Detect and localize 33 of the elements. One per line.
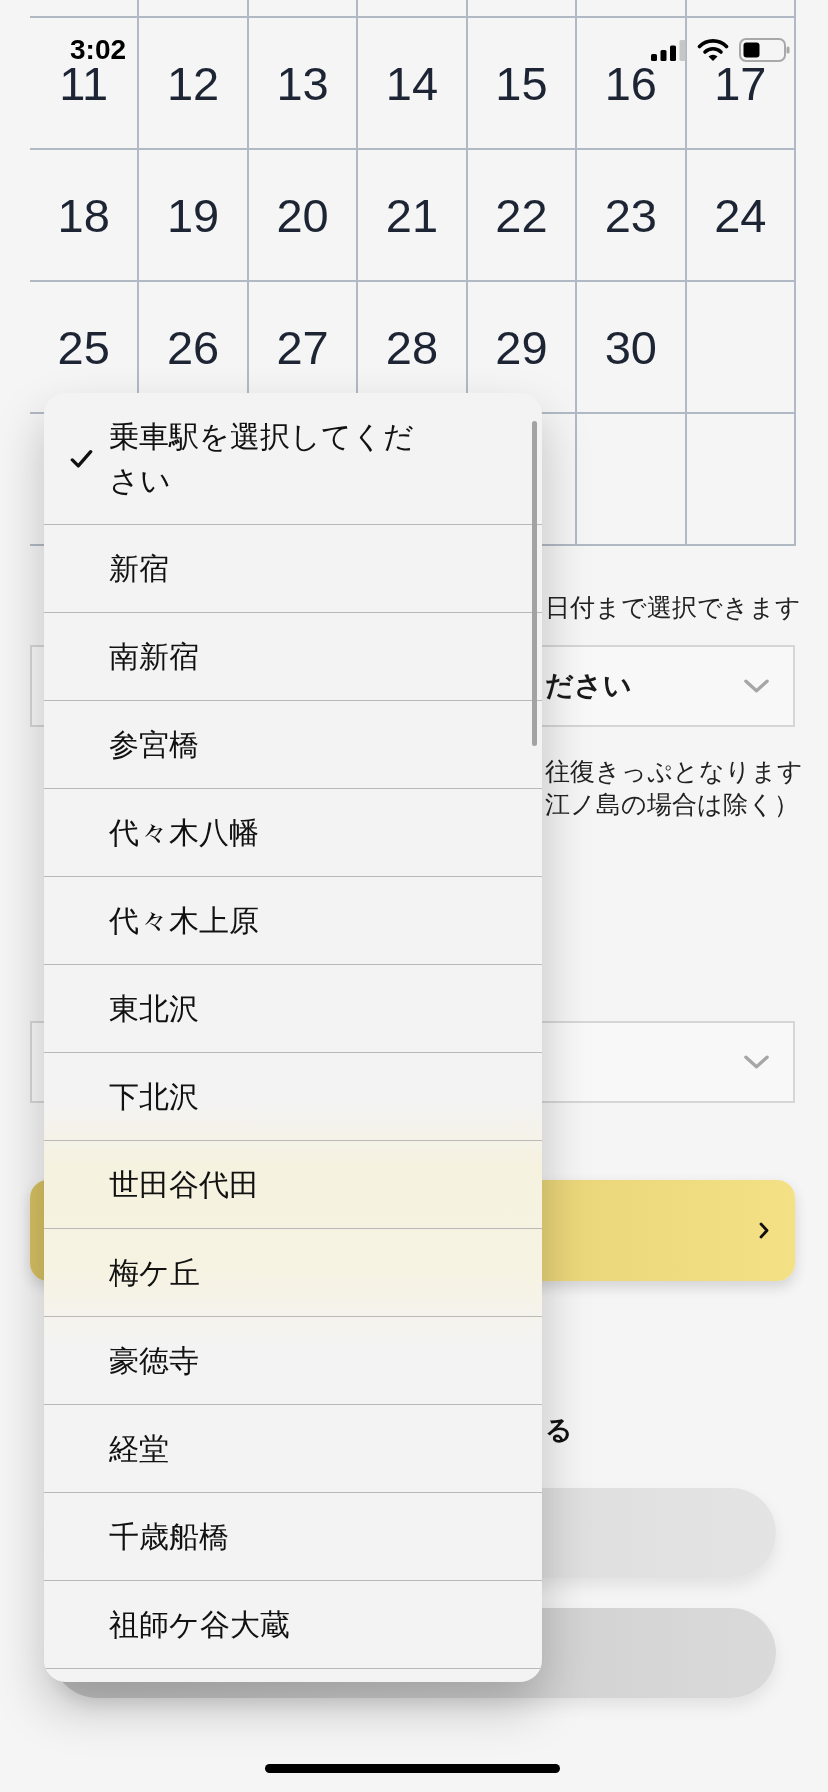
- note-text: 往復きっぷとなります 江ノ島の場合は除く）: [545, 756, 804, 820]
- calendar-day[interactable]: 23: [577, 150, 687, 280]
- calendar-day[interactable]: 20: [248, 150, 359, 280]
- dropdown-option[interactable]: 世田谷代田: [44, 1141, 542, 1229]
- calendar-day[interactable]: 24: [686, 150, 796, 280]
- calendar-day[interactable]: 19: [139, 150, 249, 280]
- dropdown-option[interactable]: 代々木上原: [44, 877, 542, 965]
- calendar-day[interactable]: 12: [139, 18, 249, 148]
- wifi-icon: [697, 38, 729, 62]
- dropdown-option[interactable]: 豪徳寺: [44, 1317, 542, 1405]
- checkmark-icon: [70, 448, 93, 469]
- dropdown-option[interactable]: 梅ケ丘: [44, 1229, 542, 1317]
- battery-icon: [739, 38, 790, 62]
- dropdown-option[interactable]: 代々木八幡: [44, 789, 542, 877]
- dropdown-option[interactable]: 千歳船橋: [44, 1493, 542, 1581]
- calendar-day[interactable]: 15: [467, 18, 578, 148]
- calendar-day[interactable]: 22: [467, 150, 578, 280]
- dropdown-option[interactable]: 祖師ケ谷大蔵: [44, 1581, 542, 1669]
- chevron-down-icon: [744, 1055, 769, 1069]
- chevron-right-icon: [759, 1222, 769, 1239]
- dropdown-option[interactable]: 下北沢: [44, 1053, 542, 1141]
- dropdown-option[interactable]: 経堂: [44, 1405, 542, 1493]
- calendar-day[interactable]: 13: [248, 18, 359, 148]
- hint-text: 日付まで選択できます: [545, 592, 801, 622]
- status-time: 3:02: [70, 36, 127, 64]
- signal-icon: [651, 39, 687, 61]
- calendar-day[interactable]: 21: [358, 150, 468, 280]
- calendar-day[interactable]: 30: [577, 282, 687, 412]
- section-heading: る: [545, 1414, 573, 1446]
- calendar-day[interactable]: 18: [30, 150, 140, 280]
- chevron-down-icon: [744, 679, 769, 693]
- dropdown-option[interactable]: 東北沢: [44, 965, 542, 1053]
- calendar-day[interactable]: 14: [358, 18, 468, 148]
